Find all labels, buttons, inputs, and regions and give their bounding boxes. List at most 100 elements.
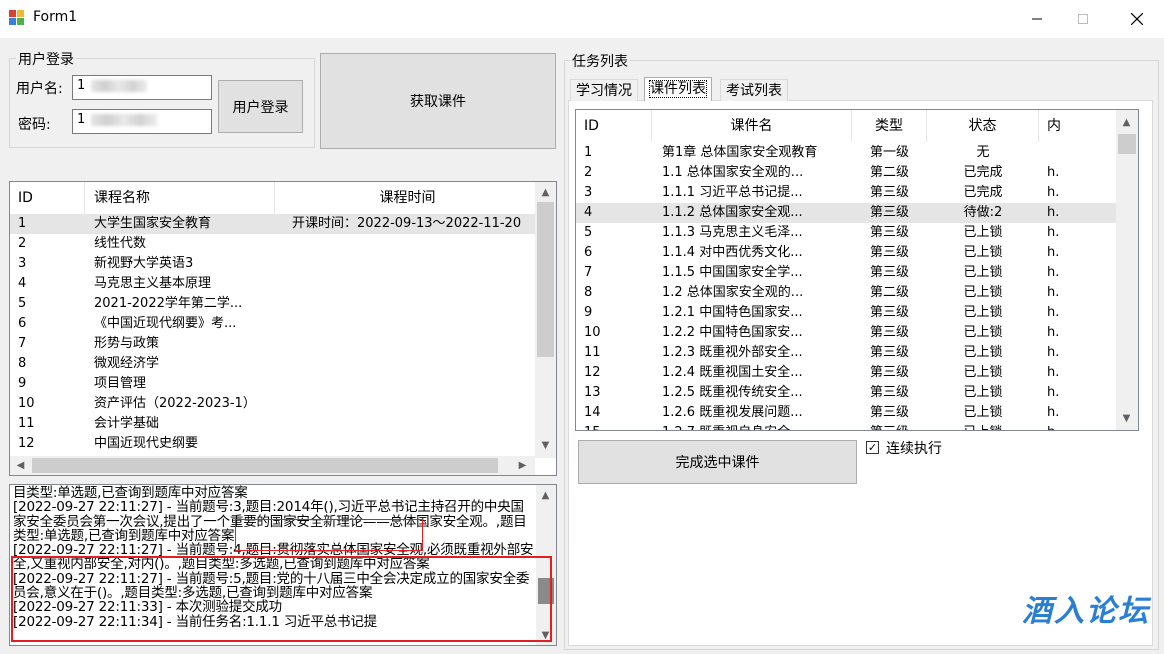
table-cell: 7 (18, 336, 27, 351)
table-row[interactable]: 14 1.2.6 既重视发展问题... 第三级 已上锁 h. (576, 403, 1116, 423)
table-cell: 5 (584, 225, 593, 240)
column-header[interactable]: 课程时间 (275, 182, 540, 214)
table-row[interactable]: 1 第1章 总体国家安全观教育 第一级 无 (576, 143, 1116, 163)
table-cell: 10 (18, 396, 35, 411)
tab-exam-list[interactable]: 考试列表 (720, 79, 788, 101)
table-row[interactable]: 1 大学生国家安全教育 开课时间：2022-09-13～2022-11-20 (10, 214, 535, 234)
table-cell: 2 (584, 165, 593, 180)
table-row[interactable]: 3 新视野大学英语3 (10, 254, 535, 274)
vertical-scrollbar[interactable]: ▲ ▼ (1116, 110, 1138, 430)
table-row[interactable]: 9 1.2.1 中国特色国家安... 第三级 已上锁 h. (576, 303, 1116, 323)
table-row[interactable]: 8 1.2 总体国家安全观的... 第二级 已上锁 h. (576, 283, 1116, 303)
table-row[interactable]: 151.2.7 既重视自身安全...第三级已上锁h. (576, 423, 1116, 430)
table-row[interactable]: 5 2021-2022学年第二学... (10, 294, 535, 314)
table-cell: 15 (576, 423, 652, 430)
fetch-courseware-button[interactable]: 获取课件 (320, 53, 556, 149)
table-cell (275, 414, 537, 434)
scroll-up-icon[interactable]: ▲ (537, 487, 554, 504)
table-cell: 已上锁 (963, 405, 1003, 420)
table-cell: 6 (584, 245, 593, 260)
table-row[interactable]: 7 1.1.5 中国国家安全学... 第三级 已上锁 h. (576, 263, 1116, 283)
table-cell: 微观经济学 (94, 356, 160, 371)
table-row[interactable]: 9 项目管理 (10, 374, 535, 394)
table-cell: 已上锁 (963, 305, 1003, 320)
minimize-button[interactable] (1014, 0, 1060, 38)
table-row[interactable]: 12 1.2.4 既重视国土安全... 第三级 已上锁 h. (576, 363, 1116, 383)
scroll-up-icon[interactable]: ▲ (1118, 114, 1135, 131)
table-row[interactable]: 2 1.1 总体国家安全观的... 第二级 已完成 h. (576, 163, 1116, 183)
table-cell: 中国近现代史纲要 (94, 436, 199, 451)
column-header[interactable]: 课件名 (652, 110, 852, 142)
table-cell: 第三级 (869, 185, 909, 200)
table-cell: 6 (18, 316, 27, 331)
maximize-button[interactable] (1060, 0, 1106, 38)
column-header[interactable]: 课程名称 (85, 182, 275, 214)
table-row[interactable]: 11 1.2.3 既重视外部安全... 第三级 已上锁 h. (576, 343, 1116, 363)
table-cell: 9 (584, 305, 593, 320)
close-button[interactable] (1114, 0, 1160, 38)
table-cell: 1.1.3 马克思主义毛泽... (662, 225, 803, 240)
table-row[interactable]: 6 《中国近现代纲要》考... (10, 314, 535, 334)
table-cell: 已上锁 (963, 225, 1003, 240)
continuous-checkbox[interactable]: ✓ (866, 441, 879, 454)
column-header[interactable]: ID (576, 110, 652, 142)
tab-courseware-list[interactable]: 课件列表 (644, 77, 712, 101)
scroll-up-icon[interactable]: ▲ (537, 184, 554, 201)
tab-study-status[interactable]: 学习情况 (570, 79, 638, 101)
scroll-down-icon[interactable]: ▼ (1118, 410, 1135, 427)
login-button[interactable]: 用户登录 (218, 80, 303, 133)
password-input[interactable]: 1 (72, 109, 212, 134)
table-row[interactable]: 3 1.1.1 习近平总书记提... 第三级 已完成 h. (576, 183, 1116, 203)
column-header[interactable]: 状态 (927, 110, 1039, 142)
column-header[interactable]: ID (10, 182, 85, 214)
table-row[interactable]: 5 1.1.3 马克思主义毛泽... 第三级 已上锁 h. (576, 223, 1116, 243)
table-cell: 8 (584, 285, 593, 300)
table-cell: 形势与政策 (94, 336, 160, 351)
column-header[interactable]: 类型 (852, 110, 927, 142)
table-row[interactable]: 4 马克思主义基本原理 (10, 274, 535, 294)
table-cell: 开课时间：2022-09-13～2022-11-20 (292, 216, 522, 231)
table-cell: 第三级 (869, 225, 909, 240)
scroll-thumb[interactable] (1118, 134, 1136, 154)
table-row[interactable]: 7 形势与政策 (10, 334, 535, 354)
table-cell: 11 (18, 416, 35, 431)
table-row[interactable]: 13 1.2.5 既重视传统安全... 第三级 已上锁 h. (576, 383, 1116, 403)
scroll-thumb[interactable] (32, 458, 498, 473)
table-row[interactable]: 8 微观经济学 (10, 354, 535, 374)
table-cell: 2021-2022学年第二学... (94, 296, 243, 311)
table-row[interactable]: 10 资产评估（2022-2023-1） (10, 394, 535, 414)
table-row[interactable]: 2 线性代数 (10, 234, 535, 254)
highlight-box (235, 519, 423, 551)
table-row[interactable]: 11 会计学基础 (10, 414, 535, 434)
table-cell (275, 374, 537, 394)
table-cell (1039, 143, 1118, 163)
table-row[interactable]: 6 1.1.4 对中西优秀文化... 第三级 已上锁 h. (576, 243, 1116, 263)
log-output[interactable]: 目类型:单选题,已查询到题库中对应答案 [2022-09-27 22:11:27… (9, 484, 557, 646)
table-cell: 第三级 (869, 385, 909, 400)
table-row[interactable]: 12 中国近现代史纲要 (10, 434, 535, 454)
check-icon: ✓ (867, 441, 878, 454)
table-cell (275, 434, 537, 454)
course-list[interactable]: ID 课程名称 课程时间 1 大学生国家安全教育 开课时间：2022-09-13～2… (9, 181, 557, 476)
title-bar: Form1 (0, 0, 1164, 38)
scroll-down-icon[interactable]: ▼ (537, 437, 554, 454)
table-cell: 4 (584, 205, 593, 220)
scroll-left-icon[interactable]: ◀ (12, 457, 29, 474)
username-input[interactable]: 1 (72, 75, 212, 100)
table-cell: 已完成 (963, 185, 1003, 200)
vertical-scrollbar[interactable]: ▲ ▼ (535, 182, 556, 458)
column-header[interactable]: 内 (1039, 110, 1118, 142)
table-cell: 第三级 (869, 325, 909, 340)
courseware-list[interactable]: ID 课件名 类型 状态 内 1 第1章 总体国家安全观教育 第一级 无 2 1.1 总体… (575, 109, 1139, 431)
scroll-thumb[interactable] (537, 202, 554, 357)
scroll-right-icon[interactable]: ▶ (514, 457, 531, 474)
horizontal-scrollbar[interactable]: ◀ ▶ (10, 456, 535, 475)
username-label: 用户名: (16, 81, 63, 97)
table-row[interactable]: 10 1.2.2 中国特色国家安... 第三级 已上锁 h. (576, 323, 1116, 343)
table-cell: 3 (584, 185, 593, 200)
table-row[interactable]: 4 1.1.2 总体国家安全观... 第三级 待做:2 h. (576, 203, 1116, 223)
table-cell: 1.2.5 既重视传统安全... (662, 385, 803, 400)
table-cell: 1.2 总体国家安全观的... (662, 285, 804, 300)
complete-selected-button[interactable]: 完成选中课件 (578, 440, 857, 484)
table-cell: 第三级 (869, 265, 909, 280)
